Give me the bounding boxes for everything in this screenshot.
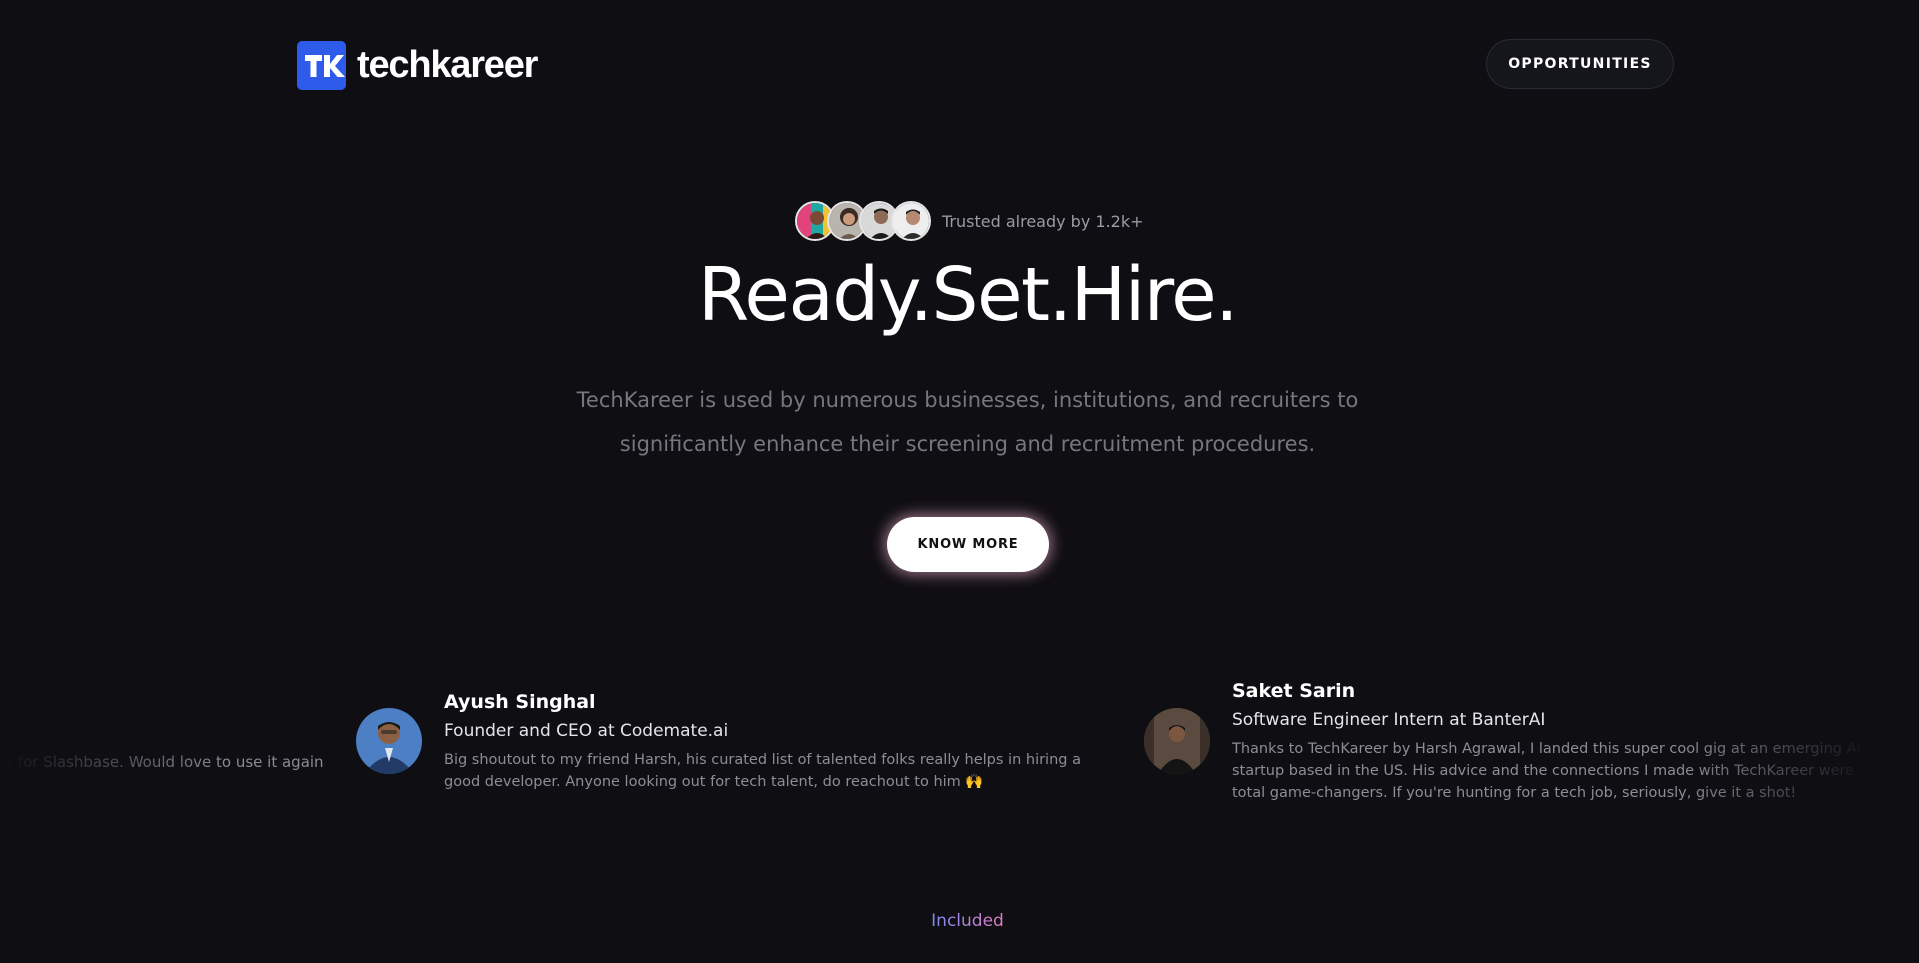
eyebrow-text: Included bbox=[931, 911, 1004, 931]
testimonial-quote: Big shoutout to my friend Harsh, his cur… bbox=[444, 752, 1081, 790]
avatar bbox=[891, 201, 931, 241]
brand-logo[interactable]: techkareer bbox=[297, 41, 538, 90]
hero-headline: Ready.Set.Hire. bbox=[697, 252, 1239, 338]
testimonial-role: Founder and CEO at Codemate.ai bbox=[444, 721, 729, 741]
avatar-stack bbox=[795, 201, 931, 241]
testimonial-carousel: ly for Slashbase. Would love to use it a… bbox=[0, 670, 1919, 830]
testimonial-name: Ayush Singhal bbox=[444, 691, 596, 713]
testimonial-name: Saket Sarin bbox=[1232, 680, 1356, 702]
site-header: techkareer OPPORTUNITIES bbox=[0, 0, 1919, 130]
section-eyebrow: Included bbox=[0, 911, 1919, 931]
avatar bbox=[356, 708, 422, 774]
brand-name: techkareer bbox=[357, 44, 538, 86]
hero-subtitle: TechKareer is used by numerous businesse… bbox=[576, 388, 1359, 456]
avatar bbox=[1144, 708, 1210, 774]
techkareer-logo-icon bbox=[297, 41, 346, 90]
trust-indicator: Trusted already by 1.2k+ bbox=[795, 198, 1144, 244]
testimonial-role: Software Engineer Intern at BanterAI bbox=[1232, 710, 1546, 730]
opportunities-button[interactable]: OPPORTUNITIES bbox=[1486, 39, 1674, 89]
testimonial-quote: Thanks to TechKareer by Harsh Agrawal, I… bbox=[1232, 741, 1861, 801]
know-more-button[interactable]: KNOW MORE bbox=[887, 517, 1049, 572]
testimonial-quote-partial: ly for Slashbase. Would love to use it a… bbox=[0, 753, 324, 771]
trust-text: Trusted already by 1.2k+ bbox=[942, 211, 1144, 231]
